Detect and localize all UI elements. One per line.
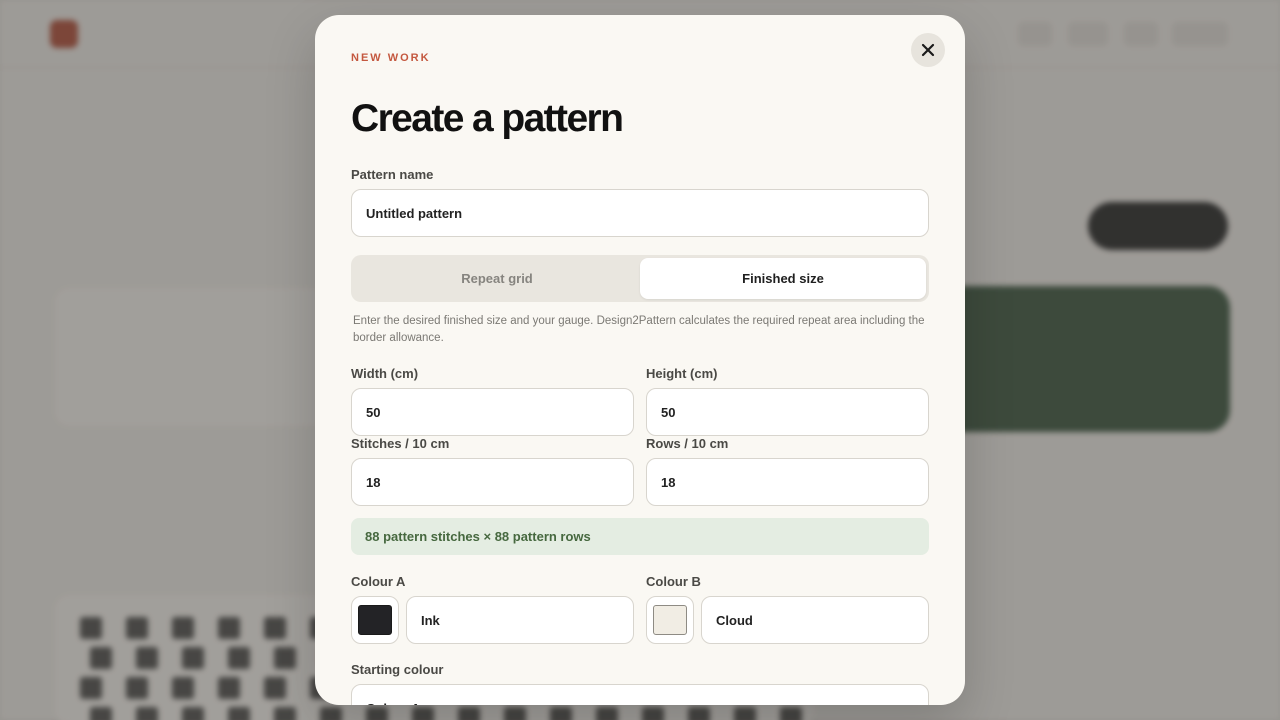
width-label: Width (cm) <box>351 366 419 381</box>
tab-finished-size[interactable]: Finished size <box>640 258 926 299</box>
height-input[interactable] <box>646 388 929 436</box>
stitches-label: Stitches / 10 cm <box>351 436 450 451</box>
dialog-eyebrow: NEW WORK <box>351 52 431 64</box>
close-button[interactable] <box>911 33 945 67</box>
colour-b-name-input[interactable] <box>701 596 929 644</box>
pattern-name-label: Pattern name <box>351 167 434 182</box>
starting-colour-select[interactable] <box>351 684 929 705</box>
mode-toggle: Repeat grid Finished size <box>351 255 929 302</box>
close-icon <box>921 43 935 57</box>
stitches-input[interactable] <box>351 458 634 506</box>
help-text: Enter the desired finished size and your… <box>353 315 925 344</box>
colour-b-swatch <box>653 605 687 635</box>
height-label: Height (cm) <box>646 366 718 381</box>
colour-a-name-input[interactable] <box>406 596 634 644</box>
colour-b-label: Colour B <box>646 574 701 589</box>
dialog-title: Create a pattern <box>351 97 624 140</box>
colour-b-swatch-button[interactable] <box>646 596 694 644</box>
rows-label: Rows / 10 cm <box>646 436 729 451</box>
create-pattern-dialog: NEW WORK Create a pattern Pattern name R… <box>315 15 965 705</box>
colour-a-swatch <box>358 605 392 635</box>
colour-a-swatch-button[interactable] <box>351 596 399 644</box>
pattern-size-summary: 88 pattern stitches × 88 pattern rows <box>351 518 929 555</box>
width-input[interactable] <box>351 388 634 436</box>
pattern-name-input[interactable] <box>351 189 929 237</box>
colour-a-label: Colour A <box>351 574 406 589</box>
starting-colour-label: Starting colour <box>351 662 444 677</box>
rows-input[interactable] <box>646 458 929 506</box>
tab-repeat-grid[interactable]: Repeat grid <box>354 258 640 299</box>
